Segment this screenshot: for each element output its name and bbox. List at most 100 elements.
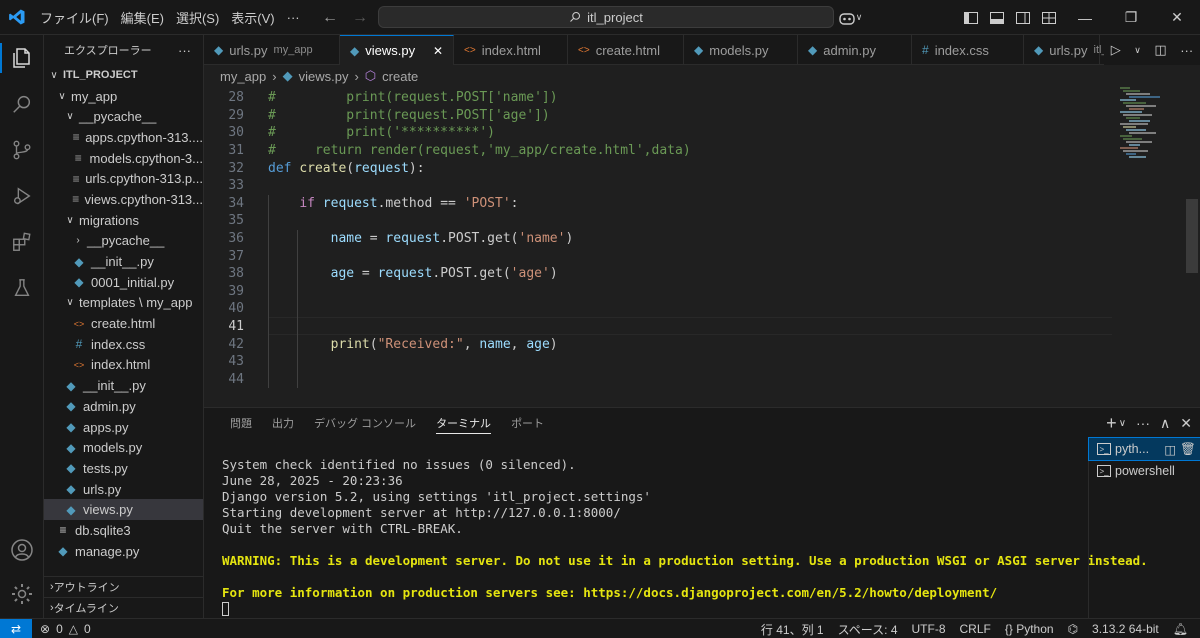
new-terminal-button[interactable]: +: [1106, 413, 1117, 434]
menu-edit[interactable]: 編集(E): [115, 8, 170, 27]
split-terminal-icon[interactable]: ◫: [1164, 442, 1176, 457]
run-python-file-icon[interactable]: ▷: [1111, 42, 1121, 58]
toggle-primary-sidebar-icon[interactable]: [958, 0, 984, 35]
testing-flask-icon[interactable]: [0, 265, 44, 311]
file-row[interactable]: ◆ urls.py: [44, 479, 203, 500]
restore-button[interactable]: ❐: [1108, 0, 1154, 35]
folder-row[interactable]: › __pycache__: [44, 231, 203, 252]
file-row[interactable]: ◆ manage.py: [44, 541, 203, 562]
timeline-section[interactable]: › タイムライン: [44, 597, 203, 618]
terminal-prompt[interactable]: [222, 601, 1084, 617]
folder-row[interactable]: ∨ my_app: [44, 86, 203, 107]
editor-tab[interactable]: ◆ urls.py itl_: [1024, 35, 1108, 65]
menu-more[interactable]: ···: [281, 10, 306, 25]
editor-tab[interactable]: ◆ models.py: [684, 35, 798, 65]
file-row[interactable]: ◆ admin.py: [44, 396, 203, 417]
copilot-icon[interactable]: ∨: [832, 0, 868, 35]
code-editor[interactable]: 28 # print(request.POST['name']) 29 # print…: [204, 87, 1200, 407]
editor-tab[interactable]: ◆ urls.py my_app: [204, 35, 340, 65]
editor-tab[interactable]: ◆ views.py ✕: [340, 35, 454, 65]
command-center-search[interactable]: itl_project: [378, 6, 834, 28]
account-icon[interactable]: [0, 527, 44, 573]
explorer-icon[interactable]: [0, 35, 44, 81]
file-row[interactable]: ≡ db.sqlite3: [44, 520, 203, 541]
terminal-item-powershell[interactable]: >_ powershell: [1089, 460, 1200, 482]
source-control-icon[interactable]: [0, 127, 44, 173]
problems-indicator[interactable]: ⊗ 0 △ 0: [40, 622, 91, 636]
extensions-icon[interactable]: [0, 219, 44, 265]
file-row[interactable]: <> create.html: [44, 313, 203, 334]
cursor-position[interactable]: 行 41、列 1: [761, 621, 824, 638]
folder-row[interactable]: ∨ __pycache__: [44, 106, 203, 127]
breadcrumb-folder[interactable]: my_app: [220, 69, 266, 84]
panel-more-actions[interactable]: ···: [1136, 415, 1150, 431]
trash-icon[interactable]: 🗑: [1180, 442, 1196, 457]
file-row[interactable]: <> index.html: [44, 355, 203, 376]
remote-indicator-icon[interactable]: ⇄: [0, 618, 32, 638]
file-row[interactable]: ◆ models.py: [44, 437, 203, 458]
toggle-secondary-sidebar-icon[interactable]: [1010, 0, 1036, 35]
project-root-folder[interactable]: ∨ ITL_PROJECT: [44, 65, 203, 86]
line-number: 39: [228, 283, 244, 299]
run-dropdown-icon[interactable]: ∨: [1134, 45, 1141, 56]
panel-tab[interactable]: ポート: [501, 408, 554, 438]
file-row[interactable]: ◆ apps.py: [44, 417, 203, 438]
editor-tab[interactable]: <> create.html: [568, 35, 684, 65]
close-tab-icon[interactable]: ✕: [433, 44, 443, 58]
panel-tab[interactable]: デバッグ コンソール: [304, 408, 426, 438]
menu-selection[interactable]: 選択(S): [170, 8, 225, 27]
file-row[interactable]: ◆ __init__.py: [44, 251, 203, 272]
editor-scrollbar[interactable]: [1186, 199, 1198, 273]
editor-tab[interactable]: # index.css: [912, 35, 1024, 65]
forward-arrow-icon[interactable]: →: [352, 9, 368, 27]
python-interpreter[interactable]: 3.13.2 64-bit: [1092, 622, 1159, 636]
manage-gear-icon[interactable]: [0, 571, 44, 617]
menu-file[interactable]: ファイル(F): [34, 8, 115, 27]
split-editor-icon[interactable]: ◫: [1154, 42, 1166, 58]
editor-tab[interactable]: <> index.html: [454, 35, 568, 65]
encoding[interactable]: UTF-8: [912, 622, 946, 636]
breadcrumb-file[interactable]: views.py: [299, 69, 349, 84]
panel-tab[interactable]: 問題: [220, 408, 262, 438]
terminal-dropdown-icon[interactable]: ∨: [1119, 418, 1126, 429]
language-mode[interactable]: {} Python: [1005, 622, 1054, 636]
editor-tab[interactable]: ◆ admin.py: [798, 35, 912, 65]
minimize-button[interactable]: —: [1062, 0, 1108, 35]
more-actions-icon[interactable]: ···: [1180, 43, 1193, 58]
terminal-output[interactable]: System check identified no issues (0 sil…: [222, 440, 1148, 617]
toggle-panel-icon[interactable]: [984, 0, 1010, 35]
close-window-button[interactable]: ✕: [1154, 0, 1200, 35]
copilot-status-icon[interactable]: ⌬: [1068, 622, 1078, 636]
search-icon[interactable]: [0, 81, 44, 127]
code-token: name: [330, 231, 362, 247]
file-row[interactable]: ≡ urls.cpython-313.p...: [44, 168, 203, 189]
panel-tab[interactable]: 出力: [262, 408, 304, 438]
file-row[interactable]: ◆ 0001_initial.py: [44, 272, 203, 293]
folder-row[interactable]: ∨ migrations: [44, 210, 203, 231]
file-row[interactable]: ≡ models.cpython-3...: [44, 148, 203, 169]
maximize-panel-icon[interactable]: ∧: [1160, 415, 1170, 432]
menu-view[interactable]: 表示(V): [225, 8, 280, 27]
close-panel-button[interactable]: ✕: [1180, 415, 1192, 432]
file-row[interactable]: ≡ views.cpython-313...: [44, 189, 203, 210]
run-debug-icon[interactable]: [0, 173, 44, 219]
explorer-more-actions[interactable]: ···: [178, 43, 191, 58]
file-row[interactable]: # index.css: [44, 334, 203, 355]
file-row[interactable]: ◆ __init__.py: [44, 375, 203, 396]
back-arrow-icon[interactable]: ←: [322, 9, 338, 27]
file-row[interactable]: ◆ tests.py: [44, 458, 203, 479]
tree-item-label: models.py: [83, 440, 143, 456]
panel-tab[interactable]: ターミナル: [426, 408, 501, 438]
folder-row[interactable]: ∨ templates \ my_app: [44, 293, 203, 314]
minimap[interactable]: [1116, 87, 1186, 167]
indentation[interactable]: スペース: 4: [838, 621, 898, 638]
customize-layout-icon[interactable]: [1036, 0, 1062, 35]
outline-section[interactable]: › アウトライン: [44, 576, 203, 597]
notifications-bell-icon[interactable]: 🔔︎: [1173, 622, 1188, 636]
line-ending[interactable]: CRLF: [960, 622, 991, 636]
command-center-label: itl_project: [587, 9, 643, 25]
terminal-item-python[interactable]: >_ pyth... ◫ 🗑: [1088, 437, 1200, 461]
file-row[interactable]: ◆ views.py: [44, 499, 203, 521]
breadcrumb-symbol[interactable]: create: [382, 69, 418, 84]
file-row[interactable]: ≡ apps.cpython-313....: [44, 127, 203, 148]
